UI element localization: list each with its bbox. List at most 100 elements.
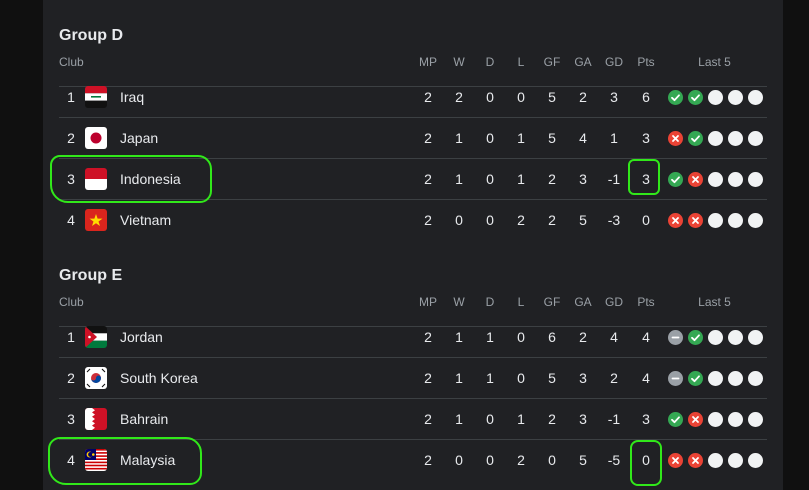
table-row[interactable]: 1 Iraq 2 2 0 0 5 2 3 6 [59,77,767,118]
stat-gd: 2 [610,370,618,386]
upcoming-match-icon[interactable] [708,453,723,468]
loss-icon[interactable] [668,213,683,228]
club-name[interactable]: South Korea [120,358,198,398]
upcoming-match-icon[interactable] [708,213,723,228]
stat-pts: 4 [642,370,650,386]
upcoming-match-icon[interactable] [748,131,763,146]
stat-gf: 5 [548,130,556,146]
stat-mp: 2 [424,89,432,105]
header-gf: GF [543,55,561,69]
header-l: L [517,55,525,69]
stat-ga: 4 [579,130,587,146]
table-row[interactable]: 4 Malaysia 2 0 0 2 0 5 -5 0 [59,440,767,480]
header-club: Club [59,55,84,69]
stat-l: 2 [517,452,525,468]
stat-gd: -1 [607,171,621,187]
win-icon[interactable] [668,412,683,427]
club-name[interactable]: Vietnam [120,200,171,240]
stat-l: 0 [517,89,525,105]
table-row[interactable]: 2 South Korea 2 1 1 0 5 3 2 4 [59,358,767,399]
upcoming-match-icon[interactable] [748,330,763,345]
win-icon[interactable] [668,172,683,187]
header-mp: MP [419,55,437,69]
upcoming-match-icon[interactable] [708,90,723,105]
indonesia-flag-icon [85,168,107,190]
upcoming-match-icon[interactable] [728,453,743,468]
stat-pts: 0 [642,212,650,228]
stat-d: 0 [486,212,494,228]
loss-icon[interactable] [688,172,703,187]
header-gd: GD [605,295,623,309]
upcoming-match-icon[interactable] [728,90,743,105]
table-row[interactable]: 3 Indonesia 2 1 0 1 2 3 -1 3 [59,159,767,200]
draw-icon[interactable] [668,330,683,345]
upcoming-match-icon[interactable] [748,90,763,105]
club-name[interactable]: Japan [120,118,158,158]
south-korea-flag-icon [85,367,107,389]
loss-icon[interactable] [668,453,683,468]
stat-pts: 6 [642,89,650,105]
header-d: D [485,55,495,69]
stat-w: 1 [455,130,463,146]
jordan-flag-icon [85,326,107,348]
header-ga: GA [574,295,592,309]
stat-l: 0 [517,329,525,345]
japan-flag-icon [85,127,107,149]
upcoming-match-icon[interactable] [708,131,723,146]
loss-icon[interactable] [688,453,703,468]
stat-mp: 2 [424,370,432,386]
club-name[interactable]: Malaysia [120,440,175,480]
table-row[interactable]: 4 Vietnam 2 0 0 2 2 5 -3 0 [59,200,767,240]
upcoming-match-icon[interactable] [708,172,723,187]
loss-icon[interactable] [668,131,683,146]
table-row[interactable]: 1 Jordan 2 1 1 0 6 2 4 4 [59,317,767,358]
loss-icon[interactable] [688,213,703,228]
upcoming-match-icon[interactable] [728,131,743,146]
header-club: Club [59,295,84,309]
stat-pts: 3 [642,130,650,146]
upcoming-match-icon[interactable] [748,172,763,187]
stat-gd: 1 [610,130,618,146]
stat-w: 0 [455,452,463,468]
bahrain-flag-icon [85,408,107,430]
loss-icon[interactable] [688,412,703,427]
upcoming-match-icon[interactable] [728,172,743,187]
upcoming-match-icon[interactable] [748,453,763,468]
club-name[interactable]: Iraq [120,77,144,117]
stat-gf: 5 [548,370,556,386]
win-icon[interactable] [688,330,703,345]
position: 2 [67,130,75,146]
upcoming-match-icon[interactable] [708,371,723,386]
upcoming-match-icon[interactable] [708,330,723,345]
club-name[interactable]: Indonesia [120,159,181,199]
table-row[interactable]: 2 Japan 2 1 0 1 5 4 1 3 [59,118,767,159]
stat-ga: 3 [579,370,587,386]
club-name[interactable]: Bahrain [120,399,168,439]
position: 2 [67,370,75,386]
upcoming-match-icon[interactable] [728,330,743,345]
stat-pts: 4 [642,329,650,345]
stat-gd: -3 [607,212,621,228]
stat-gd: -5 [607,452,621,468]
header-w: W [453,295,465,309]
stat-d: 0 [486,452,494,468]
upcoming-match-icon[interactable] [748,412,763,427]
upcoming-match-icon[interactable] [748,213,763,228]
header-ga: GA [574,55,592,69]
upcoming-match-icon[interactable] [728,371,743,386]
win-icon[interactable] [688,371,703,386]
club-name[interactable]: Jordan [120,317,163,357]
draw-icon[interactable] [668,371,683,386]
table-row[interactable]: 3 Bahrain 2 1 0 1 2 3 -1 3 [59,399,767,440]
upcoming-match-icon[interactable] [728,412,743,427]
win-icon[interactable] [688,90,703,105]
upcoming-match-icon[interactable] [728,213,743,228]
stat-l: 1 [517,171,525,187]
vietnam-flag-icon [85,209,107,231]
position: 3 [67,411,75,427]
header-gd: GD [605,55,623,69]
win-icon[interactable] [688,131,703,146]
win-icon[interactable] [668,90,683,105]
upcoming-match-icon[interactable] [748,371,763,386]
upcoming-match-icon[interactable] [708,412,723,427]
